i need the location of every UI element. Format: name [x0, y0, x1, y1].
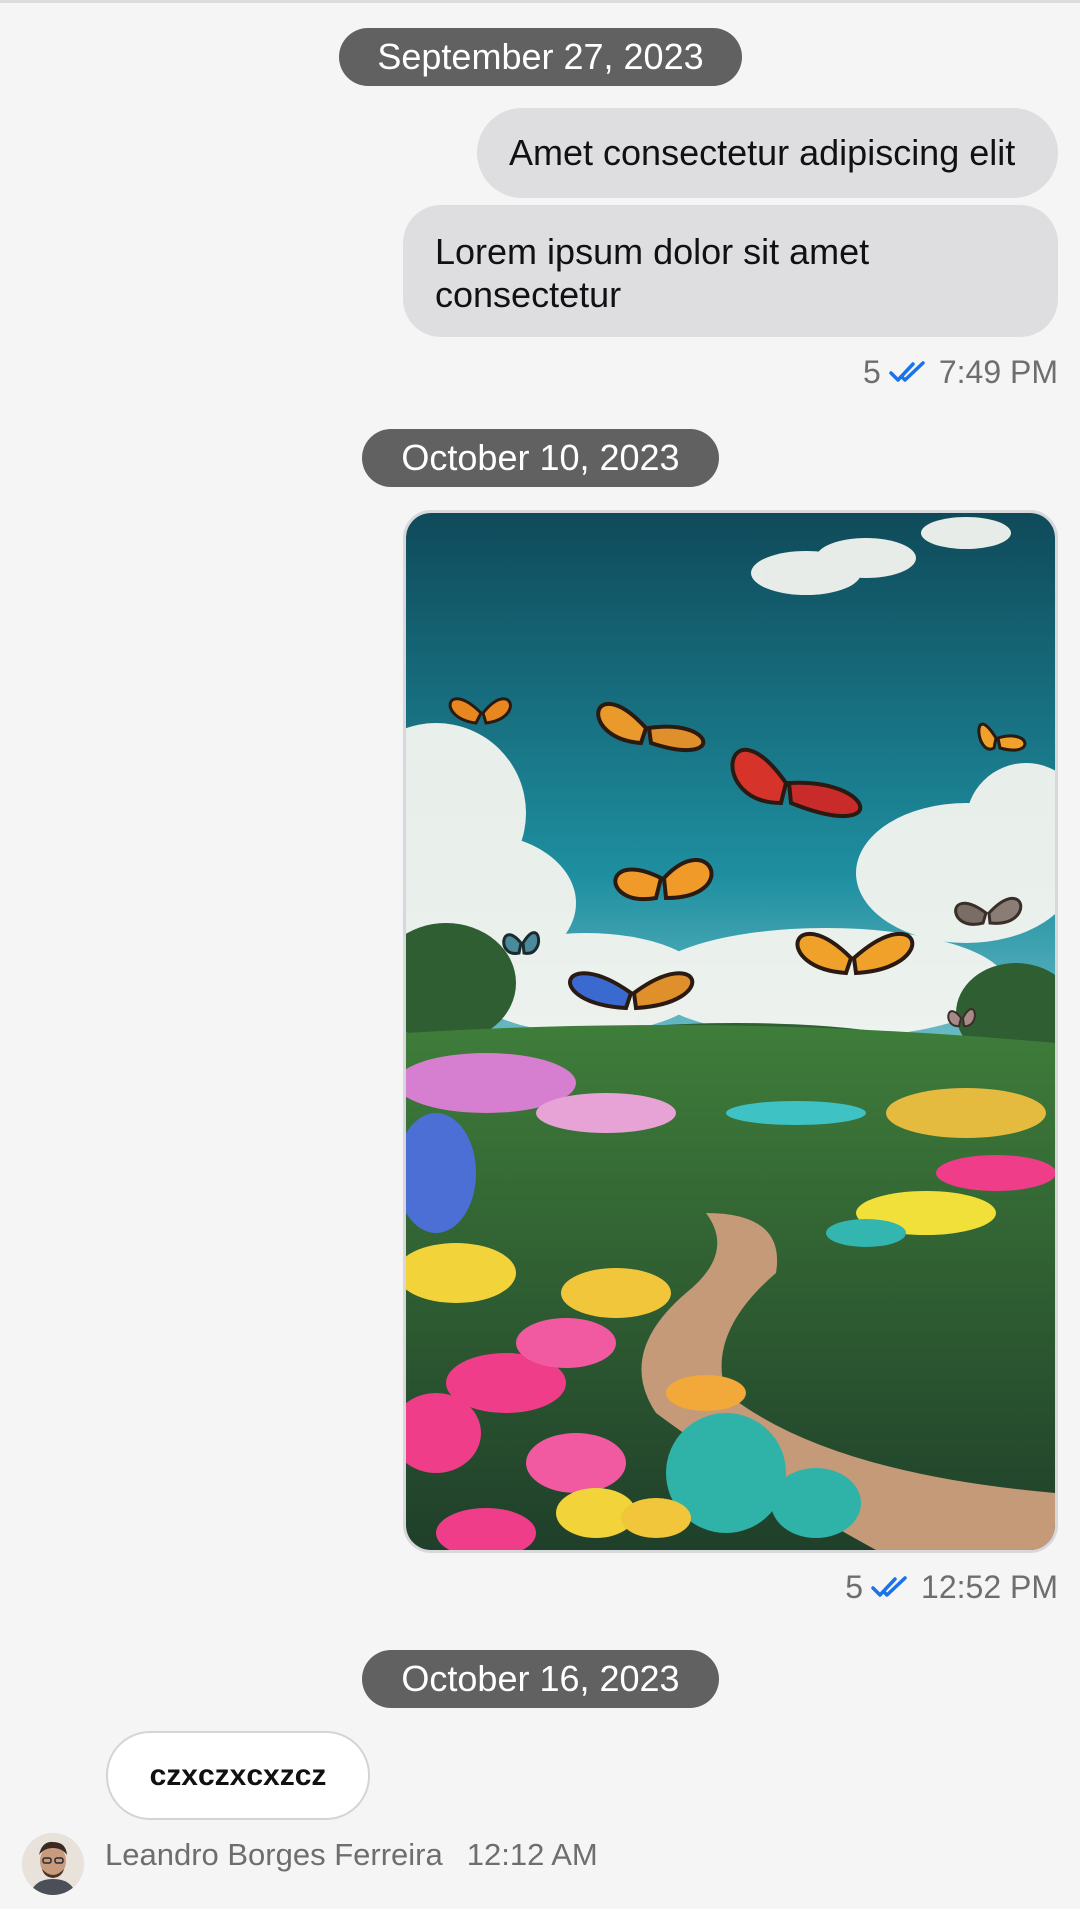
message-time: 12:52 PM	[921, 1568, 1058, 1605]
read-count: 5	[863, 353, 881, 390]
message-text-line: consectetur	[435, 274, 622, 315]
message-text-line: Lorem ipsum dolor sit amet	[435, 231, 870, 272]
message-meta: 5 7:49 PM	[863, 350, 1058, 394]
date-separator: October 16, 2023	[362, 1650, 719, 1708]
message-time: 7:49 PM	[938, 353, 1058, 390]
sender-name: Leandro Borges Ferreira	[105, 1837, 443, 1872]
user-avatar[interactable]	[22, 1833, 84, 1895]
date-separator-label: October 10, 2023	[401, 437, 680, 478]
photo-message[interactable]	[403, 510, 1058, 1553]
avatar-image	[22, 1833, 84, 1895]
read-count: 5	[845, 1568, 864, 1605]
butterfly-garden-photo	[406, 513, 1055, 1550]
date-separator-label: September 27, 2023	[377, 36, 704, 77]
message-text: Amet consectetur adipiscing elit	[509, 132, 1016, 173]
message-meta: 5 12:52 PM	[845, 1565, 1058, 1609]
message-time: 12:12 AM	[466, 1837, 598, 1872]
outgoing-message-bubble[interactable]: Lorem ipsum dolor sit amet consectetur	[403, 205, 1058, 337]
date-separator: October 10, 2023	[362, 429, 719, 487]
outgoing-message-bubble[interactable]: Amet consectetur adipiscing elit	[477, 108, 1058, 198]
date-separator-label: October 16, 2023	[401, 1658, 680, 1699]
incoming-message-bubble[interactable]: czxczxcxzcz	[106, 1731, 370, 1820]
date-separator: September 27, 2023	[339, 28, 742, 86]
top-divider	[0, 0, 1080, 3]
sender-info: Leandro Borges Ferreira 12:12 AM	[105, 1833, 598, 1877]
double-check-icon	[889, 359, 939, 385]
double-check-icon	[871, 1574, 921, 1600]
message-text: czxczxcxzcz	[149, 1759, 327, 1792]
